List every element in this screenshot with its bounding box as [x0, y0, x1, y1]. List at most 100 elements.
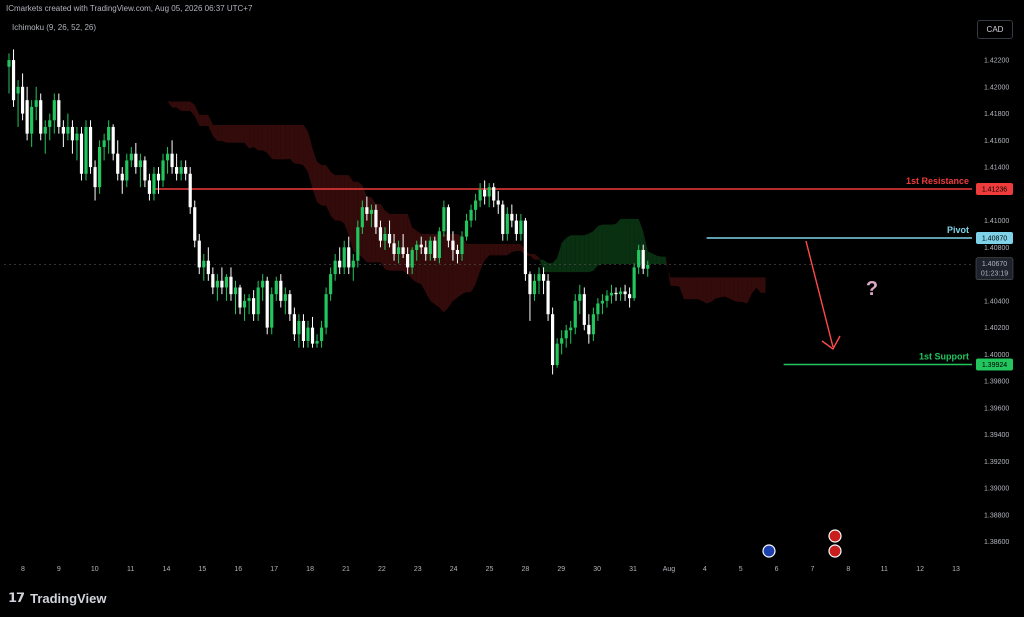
candle-body	[184, 167, 188, 174]
x-tick-label: 21	[342, 566, 350, 573]
y-tick-label: 1.41800	[984, 111, 1009, 118]
x-tick-label: 8	[846, 566, 850, 573]
x-tick-label: Aug	[663, 566, 676, 573]
cloud-segment	[579, 235, 585, 273]
y-tick-label: 1.40000	[984, 352, 1009, 359]
x-tick-label: 10	[91, 566, 99, 573]
x-tick-label: 30	[593, 566, 601, 573]
candle-body	[546, 280, 550, 315]
y-tick-label: 1.39400	[984, 432, 1009, 439]
y-tick-label: 1.40800	[984, 245, 1009, 252]
cloud-segment	[140, 88, 145, 95]
candle-body	[383, 233, 387, 241]
cloud-segment	[656, 255, 662, 265]
candle-body	[116, 153, 120, 174]
cloud-segment	[194, 104, 200, 126]
cloud-segment	[516, 243, 521, 252]
x-tick-label: 18	[306, 566, 314, 573]
candle-body	[451, 240, 455, 251]
cloud-segment	[258, 124, 263, 151]
event-flag-icon	[828, 544, 842, 558]
time-axis[interactable]: 8 9 10 11 14 15 16 17 18 21 22 23 24 25 28 29 30 31 Aug 4 5 6…	[21, 566, 960, 573]
cloud-segment	[253, 124, 259, 151]
projection-arrow	[805, 240, 834, 348]
cloud-segment	[298, 124, 304, 166]
candle-body	[342, 247, 346, 268]
candle-body	[401, 247, 405, 255]
candle-body	[433, 240, 437, 259]
candle-body	[555, 343, 559, 366]
candle-body	[229, 276, 233, 295]
cloud-segment	[366, 197, 372, 263]
candle-body	[410, 250, 414, 268]
candle-body	[473, 200, 478, 210]
candle-body	[265, 280, 269, 328]
candle-body	[310, 327, 315, 344]
cloud-segment	[711, 277, 716, 302]
candle-body	[329, 274, 333, 295]
ichimoku-cloud	[126, 73, 766, 313]
level-name: Pivot	[947, 225, 969, 235]
cloud-segment	[394, 213, 399, 271]
cloud-segment	[466, 243, 472, 293]
cloud-segment	[597, 224, 603, 266]
x-tick-label: 8	[21, 566, 25, 573]
candle-body	[125, 160, 129, 181]
candle-body	[369, 209, 373, 214]
cloud-segment	[326, 165, 331, 216]
cloud-segment	[176, 101, 182, 111]
candle-body	[428, 240, 432, 255]
cloud-segment	[529, 254, 535, 260]
candle-body	[600, 300, 605, 304]
cloud-segment	[271, 124, 277, 160]
x-tick-label: 17	[270, 566, 278, 573]
cloud-segment	[760, 277, 766, 293]
chart-svg[interactable]: 1st Resistance 1.41236 Pivot 1.40870 1st Sup…	[0, 0, 1024, 617]
cloud-segment	[235, 124, 241, 143]
candle-body	[120, 173, 124, 181]
cloud-segment	[276, 124, 281, 160]
x-tick-label: 7	[811, 566, 815, 573]
cloud-segment	[665, 256, 671, 286]
price-axis[interactable]: 1.42200 1.42000 1.41800 1.41600 1.41400 1.410…	[984, 58, 1009, 547]
levels-layer: 1st Resistance 1.41236 Pivot 1.40870 1st Sup…	[4, 176, 1014, 371]
candle-body	[279, 280, 283, 301]
cloud-segment	[738, 277, 743, 302]
candle-body	[469, 209, 473, 221]
candle-body	[152, 173, 156, 194]
candle-body	[61, 126, 65, 134]
candle-body	[175, 167, 179, 174]
candle-body	[143, 160, 147, 181]
candle-body	[596, 303, 600, 315]
y-tick-label: 1.42200	[984, 58, 1009, 65]
level-price-label: 1.40870	[982, 235, 1007, 242]
cloud-segment	[611, 223, 617, 265]
cloud-segment	[158, 98, 164, 102]
candle-body	[501, 204, 505, 234]
y-tick-label: 1.38800	[984, 512, 1009, 519]
candle-body	[333, 260, 337, 275]
candle-body	[197, 240, 201, 268]
cloud-segment	[190, 101, 195, 116]
candle-body	[79, 133, 84, 174]
cloud-segment	[475, 243, 481, 285]
cloud-segment	[566, 235, 571, 273]
candle-body	[519, 220, 523, 234]
x-tick-label: 16	[234, 566, 242, 573]
tradingview-logo[interactable]: 𝟭𝟳 TradingView	[8, 590, 106, 606]
cloud-segment	[172, 101, 177, 108]
cloud-segment	[625, 218, 630, 265]
candle-body	[134, 153, 138, 168]
cloud-segment	[729, 277, 734, 301]
cloud-segment	[507, 243, 512, 256]
cloud-segment	[484, 243, 490, 261]
cloud-segment	[244, 124, 250, 149]
cloud-segment	[348, 175, 354, 251]
cloud-segment	[230, 124, 236, 143]
cloud-segment	[144, 94, 150, 99]
cloud-segment	[552, 258, 558, 273]
candle-body	[406, 254, 410, 268]
candle-body	[147, 180, 152, 194]
candle-body	[98, 147, 102, 188]
candle-body	[297, 320, 301, 335]
